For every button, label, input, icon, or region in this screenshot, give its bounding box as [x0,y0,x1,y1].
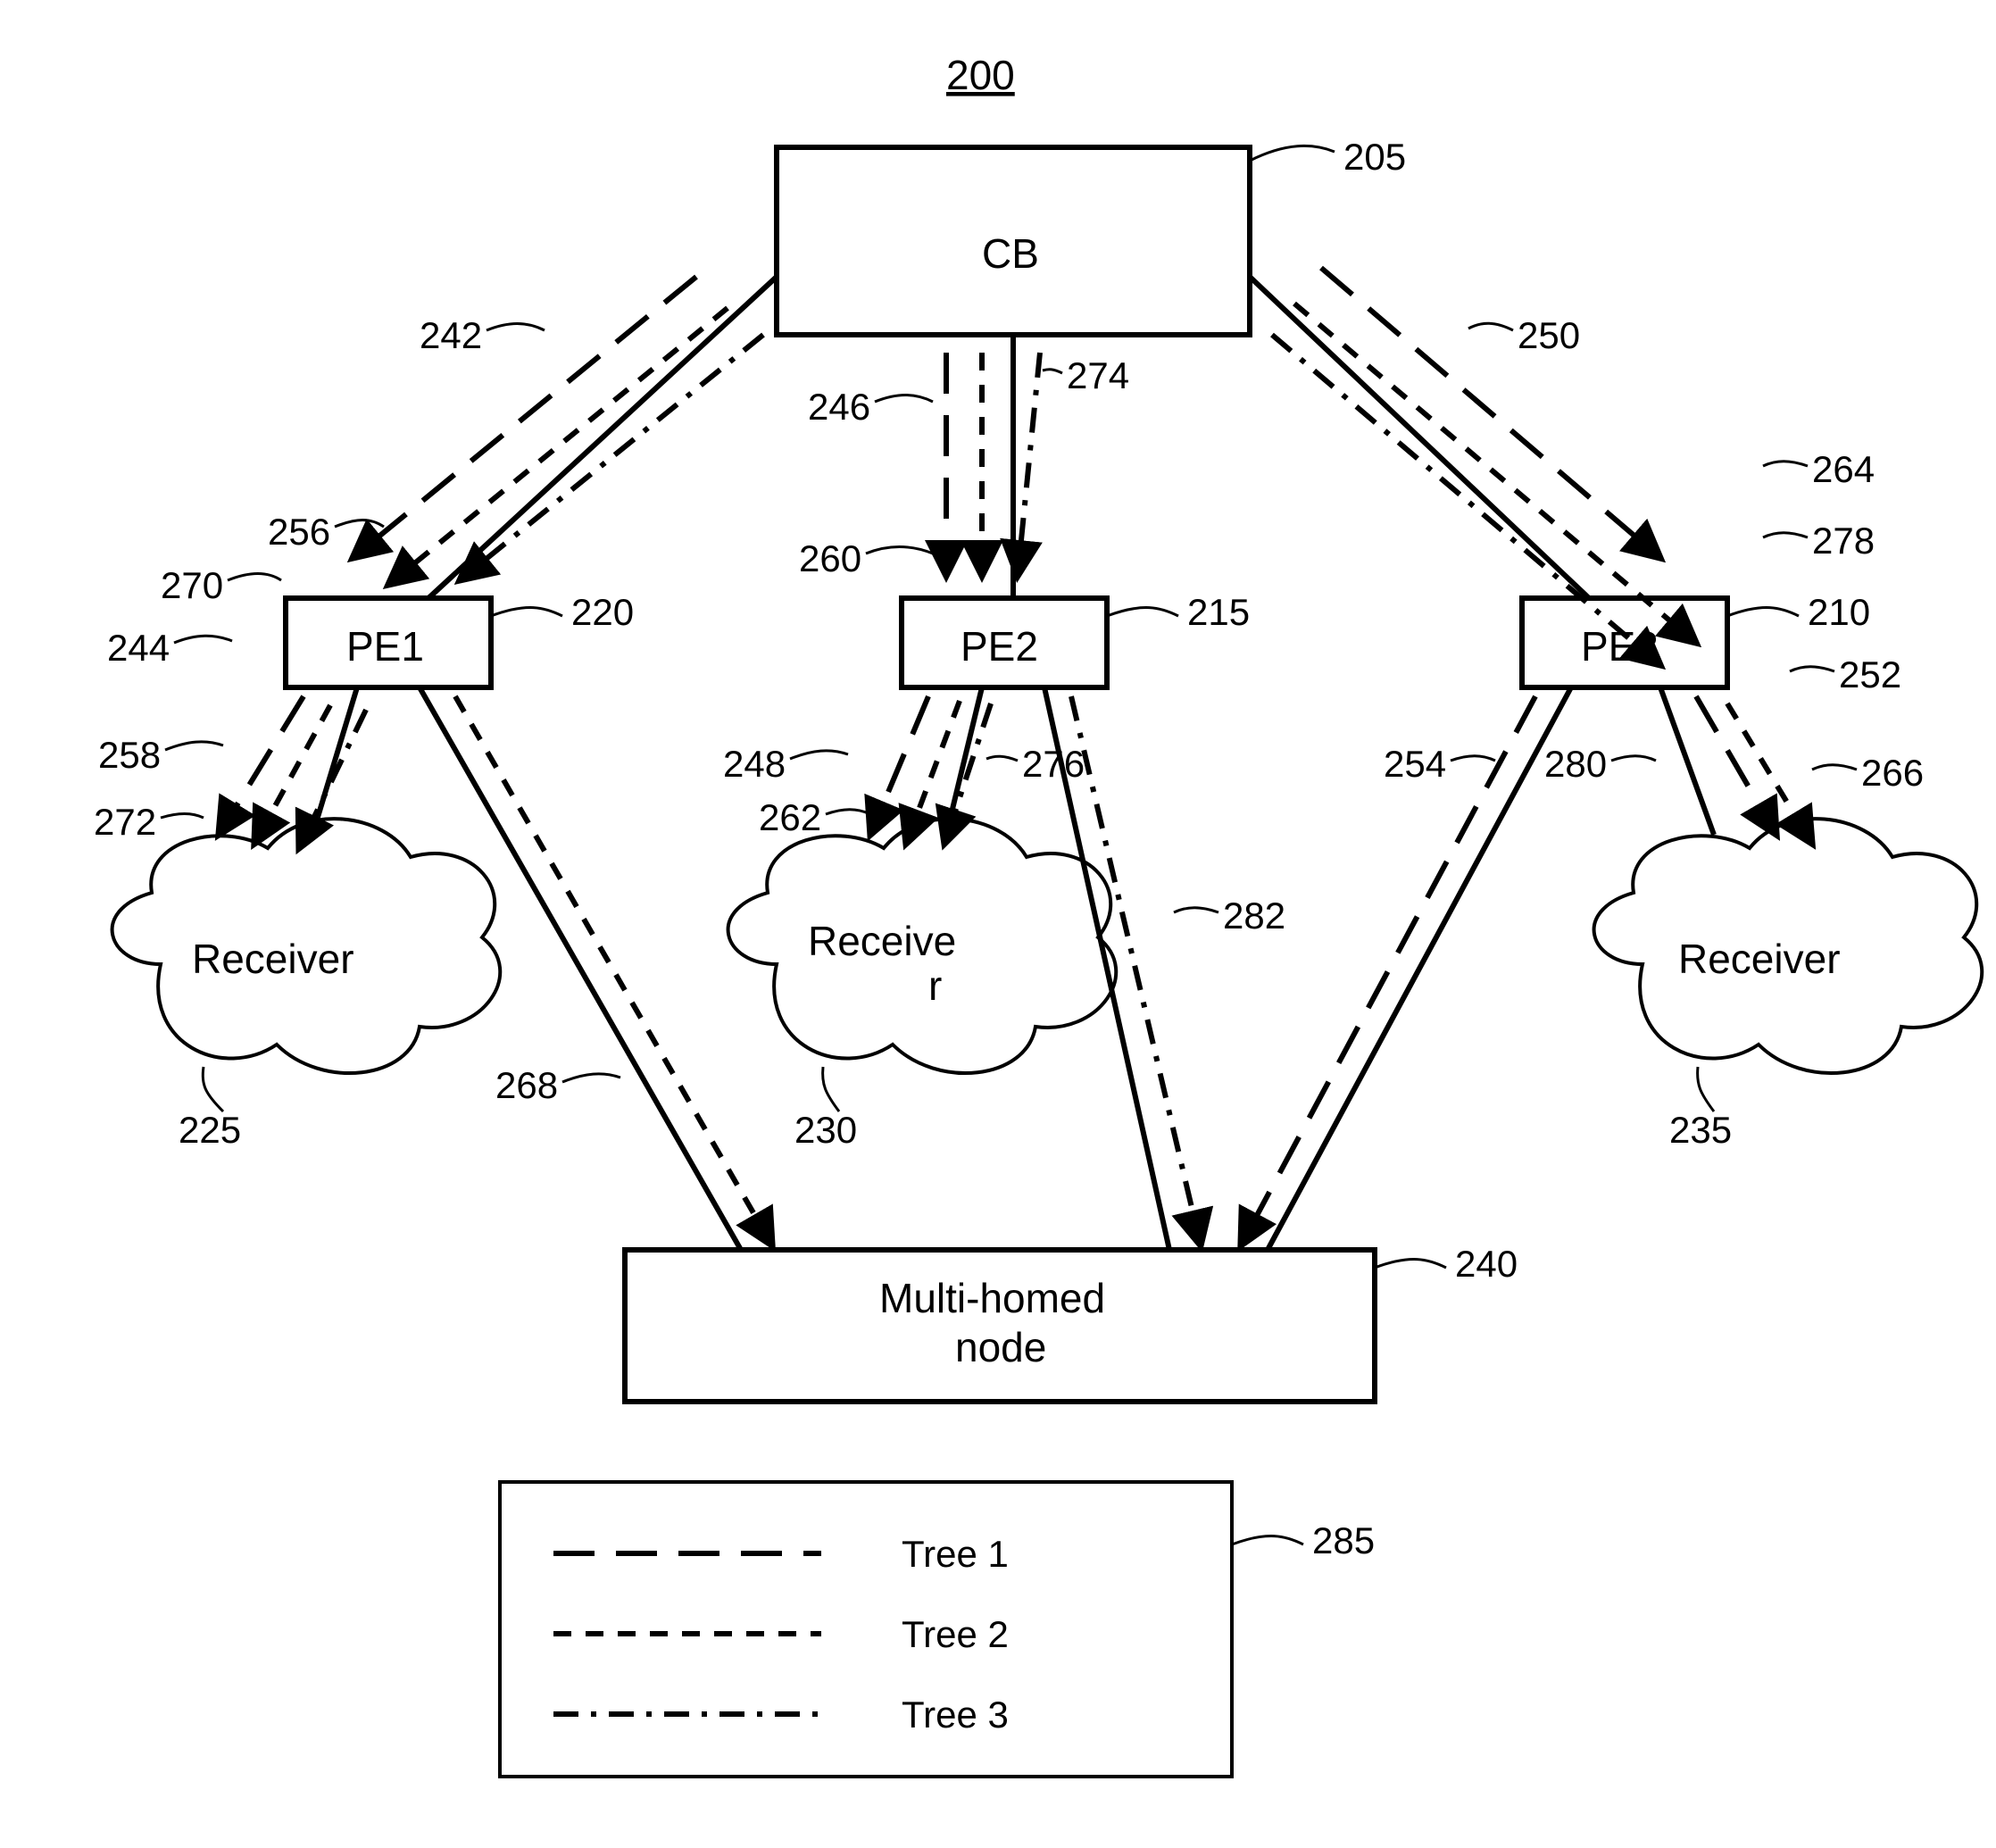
lead-270 [228,574,281,581]
lead-262 [826,810,870,814]
node-mhn: Multi-homed node [625,1250,1375,1402]
ref-276: 276 [1022,743,1085,785]
ref-258: 258 [98,734,161,776]
ref-274: 274 [1067,354,1129,396]
lead-220 [491,608,562,616]
ref-266: 266 [1861,752,1924,794]
node-cb: CB [777,147,1250,335]
mhn-label-b: node [955,1324,1046,1370]
lead-246 [875,395,933,403]
arrow-242 [353,277,696,558]
ref-205: 205 [1343,136,1406,178]
lead-282 [1174,908,1218,912]
ref-240: 240 [1455,1243,1518,1285]
ref-280: 280 [1544,743,1607,785]
ref-268: 268 [495,1064,558,1106]
lead-242 [487,324,545,331]
rx2-label-a: Receive [808,918,956,964]
lead-264 [1763,462,1808,466]
ref-244: 244 [107,627,170,669]
arrow-274 [1018,353,1040,576]
rx1-label: Receiver [192,936,354,982]
arrow-270 [460,335,763,580]
arrow-282 [1071,696,1201,1245]
lead-278 [1763,533,1808,537]
ref-210: 210 [1808,591,1870,633]
lead-230 [823,1067,839,1111]
ref-225: 225 [179,1109,241,1151]
ref-254: 254 [1384,743,1446,785]
arrow-250 [1321,268,1660,558]
rx3-label: Receiver [1678,936,1841,982]
ref-230: 230 [794,1109,857,1151]
arrow-258 [254,705,330,844]
node-pe2: PE2 [902,598,1107,687]
pe2-label: PE2 [961,623,1038,670]
node-pe1: PE1 [286,598,491,687]
lead-285 [1232,1536,1303,1544]
ref-242: 242 [420,314,482,356]
lead-205 [1250,146,1335,161]
lead-274 [1043,370,1062,373]
lead-250 [1468,323,1513,330]
lead-235 [1698,1067,1714,1111]
cb-label: CB [982,230,1039,277]
receiver-3: Receiver [1594,819,1983,1073]
ref-235: 235 [1669,1109,1732,1151]
mhn-label-a: Multi-homed [879,1275,1105,1321]
lead-258 [165,742,223,750]
legend: Tree 1 Tree 2 Tree 3 [500,1482,1232,1777]
ref-248: 248 [723,743,786,785]
lead-272 [161,814,204,819]
lead-244 [174,636,232,643]
arrow-264 [1294,304,1696,643]
ref-278: 278 [1812,520,1875,562]
lead-225 [203,1067,223,1111]
ref-246: 246 [808,386,870,428]
lead-280 [1611,756,1656,761]
link-pe2-rx2 [946,687,982,835]
legend-tree3: Tree 3 [902,1694,1009,1736]
pe1-label: PE1 [346,623,424,670]
ref-220: 220 [571,591,634,633]
lead-256 [335,520,384,528]
ref-256: 256 [268,511,330,553]
ref-252: 252 [1839,653,1901,695]
legend-tree2: Tree 2 [902,1613,1009,1655]
link-pe1-mhn [420,687,741,1250]
rx2-label-b: r [928,962,942,1009]
lead-260 [866,547,933,554]
arrow-272 [299,710,366,848]
lead-252 [1790,667,1834,671]
arrow-244 [219,696,304,835]
figure-number: 200 [946,52,1015,98]
lead-268 [562,1074,620,1082]
ref-272: 272 [94,801,156,843]
node-pe3: PE3 [1522,598,1727,687]
lead-254 [1451,756,1495,761]
legend-tree1: Tree 1 [902,1533,1009,1575]
lead-215 [1107,608,1178,616]
arrow-248 [870,696,928,835]
lead-276 [986,756,1018,761]
lead-248 [790,751,848,759]
ref-282: 282 [1223,895,1285,936]
ref-250: 250 [1518,314,1580,356]
ref-285: 285 [1312,1519,1375,1561]
ref-262: 262 [759,796,821,838]
ref-215: 215 [1187,591,1250,633]
lead-240 [1375,1260,1446,1268]
ref-260: 260 [799,537,861,579]
receiver-2: Receive r [728,819,1117,1073]
ref-264: 264 [1812,448,1875,490]
ref-270: 270 [161,564,223,606]
lead-266 [1812,765,1857,770]
lead-210 [1727,608,1799,616]
receiver-1: Receiver [112,819,501,1073]
